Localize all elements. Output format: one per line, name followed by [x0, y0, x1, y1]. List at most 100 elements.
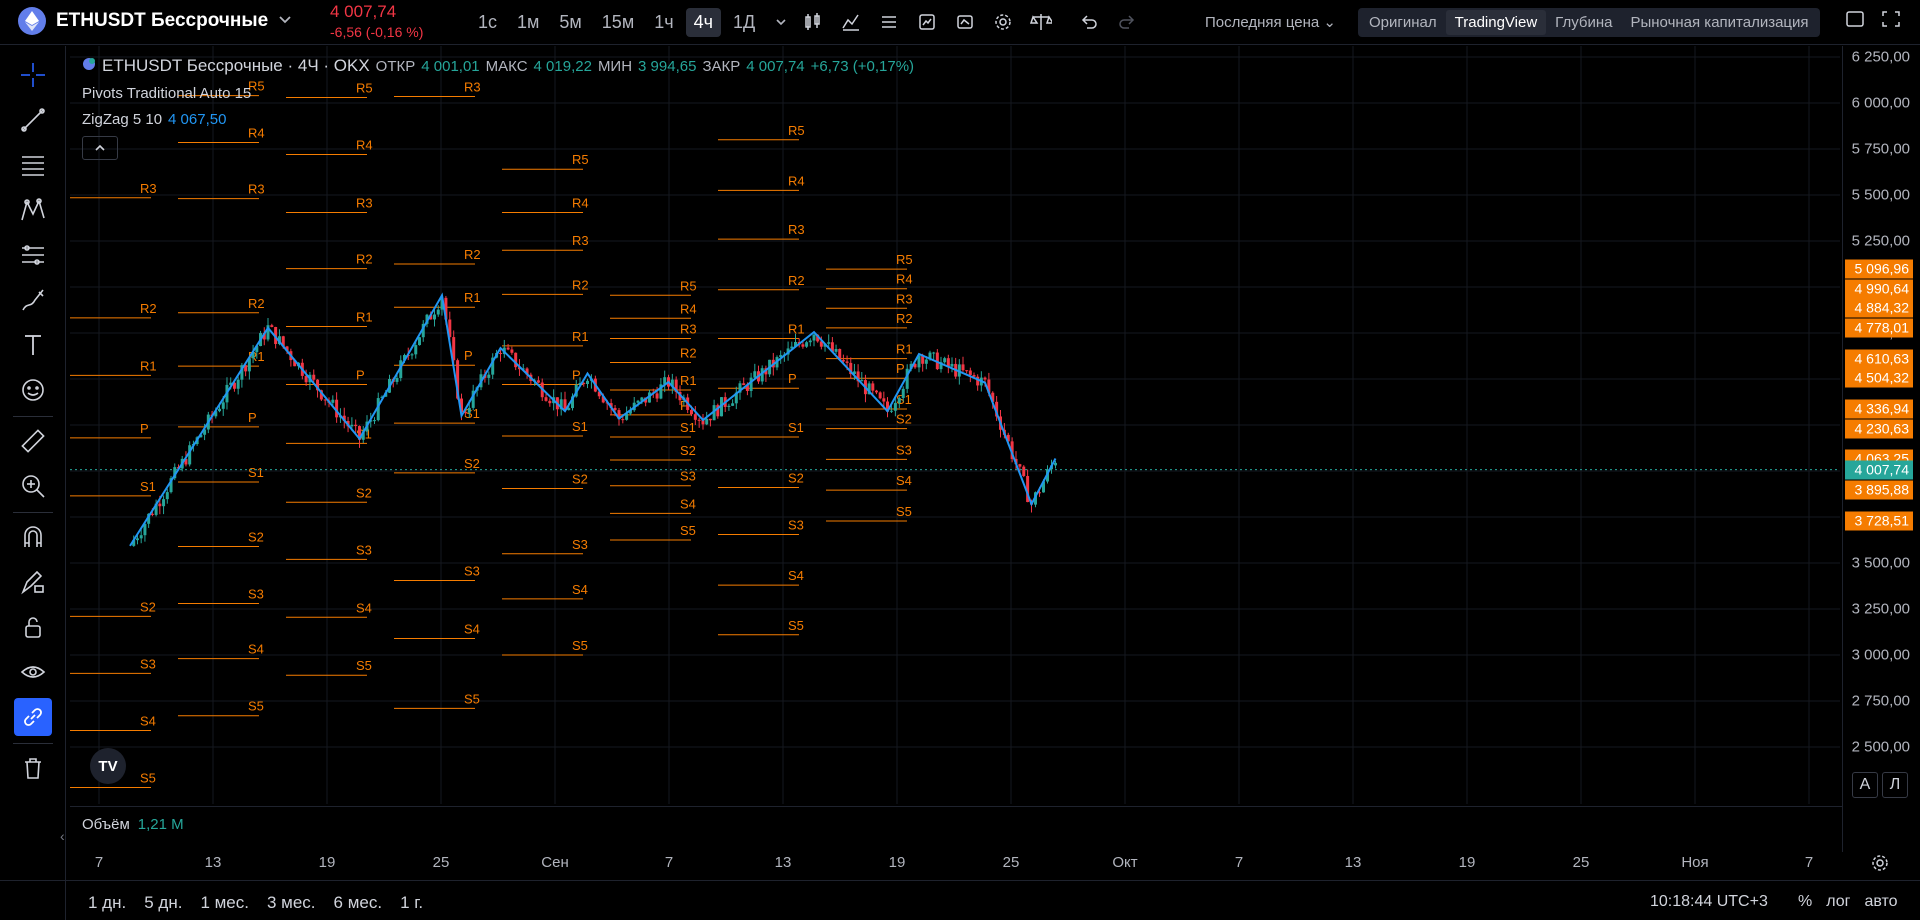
pivot-label-s2: S2 [680, 443, 696, 458]
percent-button[interactable]: % [1798, 893, 1812, 911]
volume-value: 1,21 M [137, 816, 184, 833]
view-original[interactable]: Оригинал [1360, 10, 1446, 35]
pivot-label-s4: S4 [896, 473, 912, 488]
fib-icon[interactable] [14, 146, 52, 184]
symbol-selector[interactable]: ETHUSDT Бессрочные [18, 7, 292, 35]
candle [270, 323, 274, 328]
eth-icon [18, 7, 46, 35]
unlock-icon[interactable] [14, 608, 52, 646]
price-axis[interactable]: 6 250,00 6 000,00 5 750,00 5 500,00 5 250,00… [1842, 46, 1920, 852]
candles-icon[interactable] [800, 8, 826, 36]
collapse-legend-button[interactable] [82, 136, 118, 160]
ruler-icon[interactable] [14, 422, 52, 460]
zoom-in-icon[interactable] [14, 467, 52, 505]
pivot-price-badge: 4 230,63 [1845, 419, 1913, 439]
interval-1d[interactable]: 1Д [725, 8, 763, 37]
pivot-label-s5: S5 [140, 770, 156, 785]
lock-drawing-pen-icon[interactable] [14, 563, 52, 601]
candle [764, 365, 768, 382]
clock[interactable]: 10:18:44 UTC+3 [1650, 893, 1768, 911]
pivot-label-s2: S2 [572, 471, 588, 486]
emoji-icon[interactable] [14, 371, 52, 409]
scale-buttons: % лог авто [1798, 893, 1898, 911]
pivot-label-s3: S3 [356, 542, 372, 557]
forecast-icon[interactable] [14, 236, 52, 274]
interval-4h[interactable]: 4ч [685, 8, 721, 37]
candle [701, 414, 705, 430]
pivot-label-s5: S5 [356, 658, 372, 673]
settings-list-icon[interactable] [876, 8, 902, 36]
pivot-price-badge: 5 096,96 [1845, 259, 1913, 279]
view-switcher: Оригинал TradingView Глубина Рыночная ка… [1358, 8, 1820, 37]
candle [559, 392, 563, 416]
open-value: 4 001,01 [421, 57, 480, 75]
interval-1m[interactable]: 1м [509, 8, 547, 37]
tradingview-logo[interactable]: TV [90, 748, 126, 784]
auto-button[interactable]: авто [1864, 893, 1897, 911]
pivot-label-s1: S1 [140, 479, 156, 494]
pivot-label-r4: R4 [680, 301, 697, 316]
close-label: ЗАКР [702, 57, 741, 75]
trend-line-icon[interactable] [14, 101, 52, 139]
candle [1022, 465, 1026, 478]
candle [491, 353, 495, 379]
undo-icon[interactable] [1076, 8, 1102, 36]
candle [536, 376, 540, 384]
range-5d[interactable]: 5 дн. [144, 893, 182, 913]
interval-5m[interactable]: 5м [551, 8, 589, 37]
gear-icon[interactable] [990, 8, 1016, 36]
time-tick-label: 19 [1458, 854, 1476, 871]
chart-legend: ETHUSDT Бессрочные · 4Ч · OKX ОТКР 4 001,… [82, 56, 914, 160]
axis-settings-gear-icon[interactable] [1870, 853, 1890, 876]
interval-1h[interactable]: 1ч [646, 8, 681, 37]
eye-icon[interactable] [14, 653, 52, 691]
trash-icon[interactable] [14, 749, 52, 787]
range-1y[interactable]: 1 г. [400, 893, 423, 913]
candle [548, 398, 552, 407]
brush-icon[interactable] [14, 281, 52, 319]
candles [132, 295, 1057, 547]
templates-icon[interactable] [914, 8, 940, 36]
link-icon[interactable] [13, 698, 52, 736]
fullscreen-icon[interactable] [1881, 10, 1901, 31]
pivot-label-p: P [356, 368, 365, 383]
pivot-label-s5: S5 [572, 638, 588, 653]
interval-15m[interactable]: 15м [594, 8, 642, 37]
pivot-label-s2: S2 [788, 471, 804, 486]
collapse-toolbar-chevron-icon[interactable]: ‹ [60, 828, 65, 844]
price-type-select[interactable]: Последняя цена ⌄ [1205, 13, 1336, 31]
window-controls [1845, 10, 1901, 31]
candle [874, 389, 878, 395]
range-6m[interactable]: 6 мес. [334, 893, 383, 913]
indicators-icon[interactable] [838, 8, 864, 36]
pivot-label-r2: R2 [356, 252, 373, 267]
zigzag-indicator[interactable]: ZigZag 5 10 4 067,50 [82, 111, 914, 128]
view-market-cap[interactable]: Рыночная капитализация [1621, 10, 1817, 35]
range-1m[interactable]: 1 мес. [200, 893, 249, 913]
range-3m[interactable]: 3 мес. [267, 893, 316, 913]
compare-scale-icon[interactable] [1028, 8, 1054, 36]
text-icon[interactable] [14, 326, 52, 364]
log-button[interactable]: лог [1826, 893, 1850, 911]
pivot-label-r3: R3 [140, 181, 157, 196]
view-tradingview[interactable]: TradingView [1445, 10, 1547, 35]
redo-icon[interactable] [1114, 8, 1140, 36]
pattern-icon[interactable] [14, 191, 52, 229]
interval-more-chevron-icon[interactable] [767, 8, 795, 37]
time-axis[interactable]: 7 13 19 25 Сен 7 13 19 25 Окт 7 13 19 25 Ноя 7 [70, 852, 1840, 876]
range-1d[interactable]: 1 дн. [88, 893, 126, 913]
crosshair-icon[interactable] [14, 56, 52, 94]
candle [946, 354, 950, 374]
time-tick-label: 13 [774, 854, 792, 871]
interval-1s[interactable]: 1с [470, 8, 505, 37]
pivots-indicator[interactable]: Pivots Traditional Auto 15 [82, 85, 914, 102]
candle [834, 344, 838, 354]
pivot-label-r3: R3 [248, 182, 265, 197]
view-depth[interactable]: Глубина [1546, 10, 1621, 35]
layout-icon[interactable] [1845, 10, 1865, 31]
chevron-down-icon[interactable] [278, 13, 292, 30]
magnet-icon[interactable] [14, 518, 52, 556]
alert-icon[interactable] [952, 8, 978, 36]
candle [632, 396, 636, 412]
pivot-label-r1: R1 [788, 322, 805, 337]
